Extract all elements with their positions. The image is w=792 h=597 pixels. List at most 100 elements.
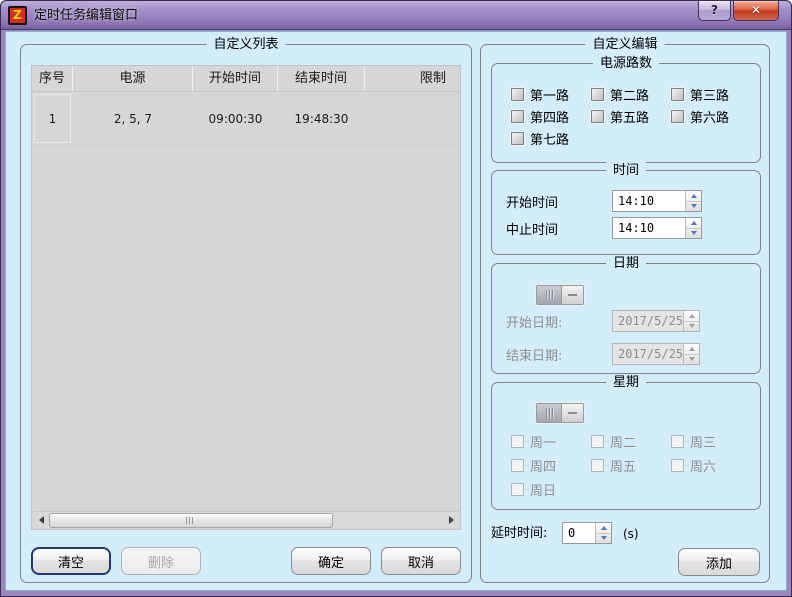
start-date-spinbox[interactable]: 2017/5/25 [612,310,700,332]
down-arrow-icon [689,357,695,361]
column-header-limit[interactable]: 限制 [365,66,460,91]
close-button[interactable]: ✕ [733,1,779,21]
spin-down-button[interactable] [596,534,611,544]
power-channels-group: 电源路数 第一路 第二路 第三路 第四路 第五路 第六路 第七路 [491,63,761,163]
task-table[interactable]: 序号 电源 开始时间 结束时间 限制 1 2, 5, 7 09:00:30 19… [31,65,461,530]
checkbox-icon [591,459,604,472]
time-group: 时间 开始时间 14:10 中止时间 14:10 [491,170,761,255]
right-triangle-icon [449,516,454,524]
checkbox-icon [511,132,524,145]
toggle-knob[interactable] [561,286,583,304]
start-date-label: 开始日期: [506,313,562,335]
checkbox-tuesday[interactable]: 周二 [591,433,636,449]
column-header-power[interactable]: 电源 [73,66,193,91]
delay-time-value: 0 [563,523,595,543]
scrollbar-thumb[interactable] [49,513,333,528]
spin-down-button[interactable] [686,229,701,239]
clear-button[interactable]: 清空 [31,547,111,575]
checkbox-channel-7[interactable]: 第七路 [511,130,569,146]
checkbox-icon [511,110,524,123]
cell-end[interactable]: 19:48:30 [278,92,365,145]
spinner-buttons[interactable] [595,523,611,543]
up-arrow-icon [689,347,695,351]
checkbox-icon [671,88,684,101]
scrollbar-track[interactable] [49,513,443,528]
spin-up-button[interactable] [686,191,701,202]
table-row[interactable]: 1 2, 5, 7 09:00:30 19:48:30 [32,92,460,146]
cell-seq[interactable]: 1 [32,92,73,145]
ok-button[interactable]: 确定 [291,547,371,575]
cancel-button[interactable]: 取消 [381,547,461,575]
spin-up-button[interactable] [684,344,699,355]
app-icon-letter: Z [13,8,22,22]
toggle-groove-icon [537,286,561,304]
power-channels-title: 电源路数 [593,55,659,72]
checkbox-wednesday[interactable]: 周三 [671,433,716,449]
up-arrow-icon [691,194,697,198]
checkbox-sunday[interactable]: 周日 [511,481,556,497]
weekday-toggle-switch[interactable] [536,403,584,423]
spin-down-button[interactable] [684,355,699,365]
cell-limit[interactable] [365,92,460,145]
end-date-label: 结束日期: [506,346,562,368]
column-header-end[interactable]: 结束时间 [278,66,365,91]
start-time-spinbox[interactable]: 14:10 [612,190,702,212]
window-title: 定时任务编辑窗口 [34,1,138,30]
dash-icon [568,294,577,296]
spinner-buttons[interactable] [685,218,701,238]
cell-start[interactable]: 09:00:30 [193,92,278,145]
scroll-left-arrow[interactable] [33,512,49,529]
toggle-groove-icon [537,404,561,422]
column-header-start[interactable]: 开始时间 [193,66,278,91]
custom-list-group: 自定义列表 序号 电源 开始时间 结束时间 限制 1 2, 5, 7 09:00… [20,44,472,583]
checkbox-channel-5[interactable]: 第五路 [591,108,649,124]
checkbox-icon [511,435,524,448]
left-triangle-icon [39,516,44,524]
delete-button[interactable]: 删除 [121,547,201,575]
checkbox-channel-4[interactable]: 第四路 [511,108,569,124]
stop-time-label: 中止时间 [506,220,558,242]
toggle-knob[interactable] [561,404,583,422]
checkbox-friday[interactable]: 周五 [591,457,636,473]
checkbox-thursday[interactable]: 周四 [511,457,556,473]
horizontal-scrollbar[interactable] [33,511,459,528]
checkbox-saturday[interactable]: 周六 [671,457,716,473]
checkbox-monday[interactable]: 周一 [511,433,556,449]
stop-time-spinbox[interactable]: 14:10 [612,217,702,239]
down-arrow-icon [689,324,695,328]
date-toggle-switch[interactable] [536,285,584,305]
spin-down-button[interactable] [684,322,699,332]
column-header-seq[interactable]: 序号 [32,66,73,91]
add-button[interactable]: 添加 [678,548,760,576]
spin-up-button[interactable] [686,218,701,229]
checkbox-icon [511,459,524,472]
end-date-spinbox[interactable]: 2017/5/25 [612,343,700,365]
custom-edit-group: 自定义编辑 电源路数 第一路 第二路 第三路 第四路 第五路 第六路 第七路 时… [480,44,770,583]
stop-time-value: 14:10 [613,218,685,238]
spinner-buttons[interactable] [683,311,699,331]
spinner-buttons[interactable] [683,344,699,364]
titlebar[interactable]: Z 定时任务编辑窗口 ? ✕ [1,1,791,30]
scroll-right-arrow[interactable] [443,512,459,529]
delay-time-label: 延时时间: [491,523,547,545]
spin-down-button[interactable] [686,202,701,212]
weekday-group: 星期 周一 周二 周三 周四 周五 周六 周日 [491,382,761,510]
checkbox-channel-2[interactable]: 第二路 [591,86,649,102]
help-button[interactable]: ? [698,1,731,21]
checkbox-channel-1[interactable]: 第一路 [511,86,569,102]
checkbox-icon [671,435,684,448]
spinner-buttons[interactable] [685,191,701,211]
app-icon: Z [8,6,27,25]
delay-time-spinbox[interactable]: 0 [562,522,612,544]
custom-edit-title: 自定义编辑 [585,36,664,53]
down-arrow-icon [691,231,697,235]
time-group-title: 时间 [606,162,646,179]
checkbox-channel-6[interactable]: 第六路 [671,108,729,124]
checkbox-channel-3[interactable]: 第三路 [671,86,729,102]
cell-power[interactable]: 2, 5, 7 [73,92,193,145]
close-icon: ✕ [751,3,761,17]
spin-up-button[interactable] [596,523,611,534]
spin-up-button[interactable] [684,311,699,322]
start-time-value: 14:10 [613,191,685,211]
weekday-group-title: 星期 [606,374,646,391]
